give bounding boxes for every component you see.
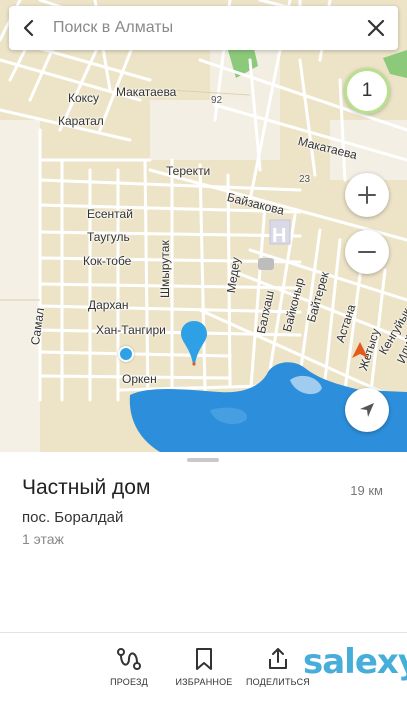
street-label: Каратал <box>58 114 104 128</box>
street-label: Кок-тобе <box>83 254 132 268</box>
house-number: 23 <box>299 174 311 185</box>
place-pin-icon[interactable] <box>180 320 208 366</box>
back-arrow-icon <box>23 19 34 37</box>
route-label: ПРОЕЗД <box>110 677 148 687</box>
street-label: Макатаева <box>116 85 177 99</box>
street-label: Теректи <box>166 164 211 178</box>
clear-search-button[interactable] <box>354 6 398 50</box>
watermark-logo: salexy <box>303 642 407 682</box>
street-label: Таугуль <box>87 230 130 244</box>
current-location-dot <box>118 346 134 362</box>
minus-icon <box>358 251 376 253</box>
place-address: пос. Боралдай <box>22 509 124 526</box>
map-canvas: H <box>0 0 407 452</box>
street-label: Есентай <box>87 207 133 221</box>
street-label: Шмырутак <box>158 240 172 298</box>
zoom-in-button[interactable] <box>345 173 389 217</box>
route-icon <box>117 648 141 670</box>
search-bar <box>9 6 398 50</box>
search-input[interactable] <box>49 19 354 37</box>
favorite-button[interactable]: ИЗБРАННОЕ <box>164 647 244 687</box>
place-floors: 1 этаж <box>22 531 64 547</box>
plus-icon <box>358 186 376 204</box>
traffic-level-button[interactable]: 1 <box>344 68 390 114</box>
share-icon <box>269 648 287 669</box>
navigation-arrow-icon <box>360 403 374 417</box>
street-label: Дархан <box>88 298 129 312</box>
route-button[interactable]: ПРОЕЗД <box>89 647 169 687</box>
share-label: ПОДЕЛИТЬСЯ <box>246 677 310 687</box>
close-icon <box>367 19 385 37</box>
map-view[interactable]: H Коксу Коксу Макатаева 92 Каратал Макат… <box>0 0 407 452</box>
street-label: Хан-Тангири <box>96 323 166 337</box>
favorite-label: ИЗБРАННОЕ <box>175 677 233 687</box>
back-button[interactable] <box>9 6 49 50</box>
place-title: Частный дом <box>22 476 151 499</box>
street-label: Коксу <box>68 91 100 105</box>
place-distance: 19 км <box>350 483 383 498</box>
house-number: 92 <box>211 95 223 106</box>
street-label: Оркен <box>122 372 157 386</box>
svg-text:H: H <box>272 225 286 247</box>
my-location-button[interactable] <box>345 388 389 432</box>
sheet-handle[interactable] <box>187 458 219 462</box>
zoom-out-button[interactable] <box>345 230 389 274</box>
bookmark-icon <box>196 648 212 670</box>
